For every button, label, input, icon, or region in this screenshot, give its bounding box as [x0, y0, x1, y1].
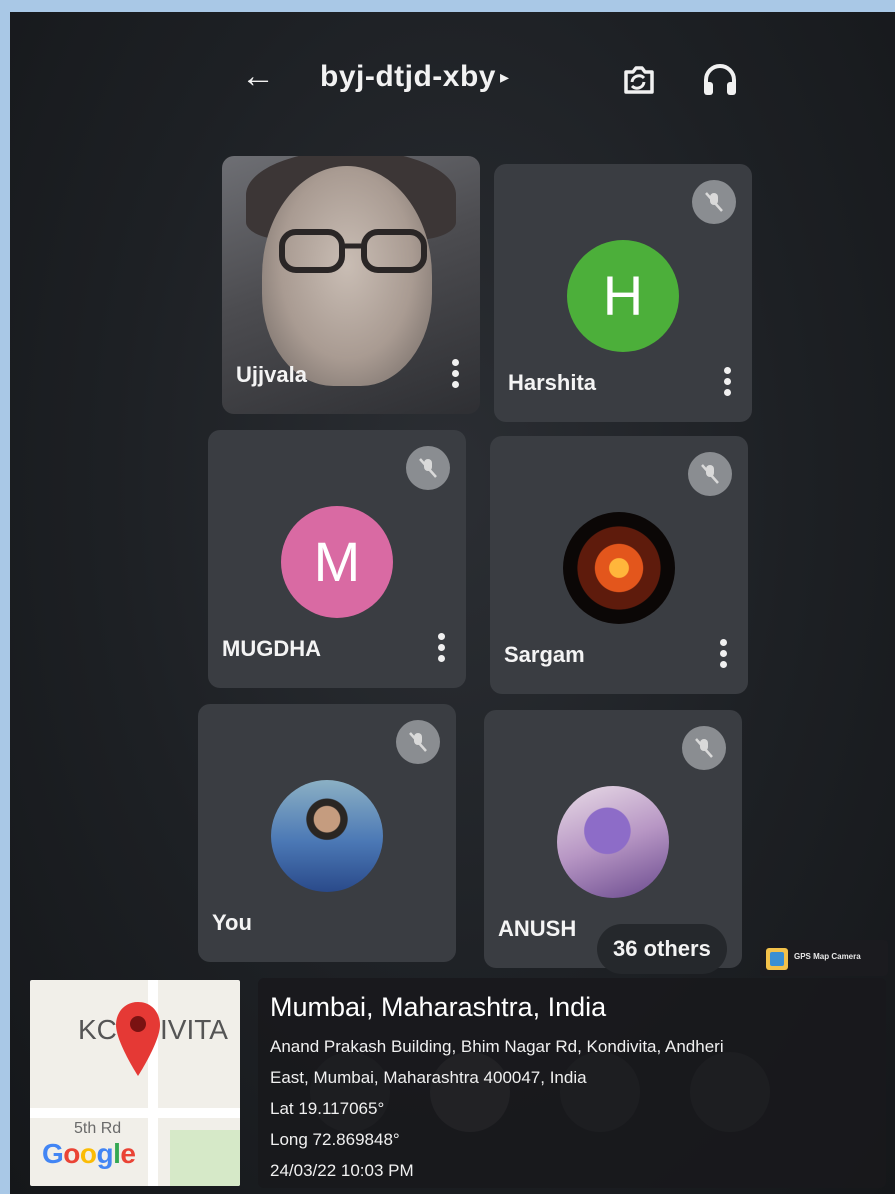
more-options-icon[interactable]: [722, 364, 732, 400]
mic-off-icon: [692, 180, 736, 224]
mic-off-icon: [406, 446, 450, 490]
participant-tile-you[interactable]: You: [198, 704, 456, 962]
location-map-thumbnail: KC IVITA 5th Rd Google: [30, 980, 240, 1186]
avatar-photo: [557, 786, 669, 898]
more-options-icon[interactable]: [436, 630, 446, 666]
avatar-photo: [271, 780, 383, 892]
location-latitude: Lat 19.117065°: [270, 1099, 385, 1118]
participant-name: ANUSH: [498, 916, 577, 941]
more-options-icon[interactable]: [718, 636, 728, 672]
map-park: [170, 1130, 240, 1186]
gps-badge-label: GPS Map Camera: [794, 952, 861, 961]
gps-app-icon: [766, 948, 788, 970]
map-road-label: 5th Rd: [74, 1120, 122, 1137]
more-options-icon[interactable]: [450, 356, 460, 392]
participant-tile-mugdha[interactable]: M MUGDHA: [208, 430, 466, 688]
participant-tile-ujjvala[interactable]: Ujjvala: [222, 156, 480, 414]
map-pin-icon: [116, 1002, 160, 1076]
map-area-label: IVITA: [160, 1014, 228, 1045]
map-road: [30, 1108, 240, 1118]
google-logo: Google: [42, 1138, 136, 1169]
mic-off-icon: [682, 726, 726, 770]
location-city: Mumbai, Maharashtra, India: [270, 992, 607, 1022]
participant-name: Harshita: [508, 370, 597, 395]
participant-name: MUGDHA: [222, 636, 321, 661]
gps-map-camera-badge: GPS Map Camera: [760, 940, 888, 976]
participant-grid: Ujjvala H Harshita M MUGDHA Sargam You A…: [10, 12, 895, 1012]
mic-off-icon: [396, 720, 440, 764]
location-address-line: East, Mumbai, Maharashtra 400047, India: [270, 1068, 587, 1087]
participant-name: Sargam: [504, 642, 585, 667]
avatar: M: [281, 506, 393, 618]
avatar: H: [567, 240, 679, 352]
avatar-photo: [563, 512, 675, 624]
video-face: [262, 166, 432, 386]
others-count-chip[interactable]: 36 others: [597, 924, 727, 974]
participant-name: Ujjvala: [236, 362, 307, 387]
glasses-shape: [279, 229, 427, 273]
mic-off-icon: [688, 452, 732, 496]
participant-tile-harshita[interactable]: H Harshita: [494, 164, 752, 422]
location-info-panel: Mumbai, Maharashtra, India Anand Prakash…: [258, 978, 886, 1188]
participant-tile-sargam[interactable]: Sargam: [490, 436, 748, 694]
map-area-label: KC: [78, 1014, 117, 1045]
location-datetime: 24/03/22 10:03 PM: [270, 1161, 414, 1180]
location-longitude: Long 72.869848°: [270, 1130, 400, 1149]
location-address-line: Anand Prakash Building, Bhim Nagar Rd, K…: [270, 1037, 724, 1056]
participant-name: You: [212, 910, 252, 935]
